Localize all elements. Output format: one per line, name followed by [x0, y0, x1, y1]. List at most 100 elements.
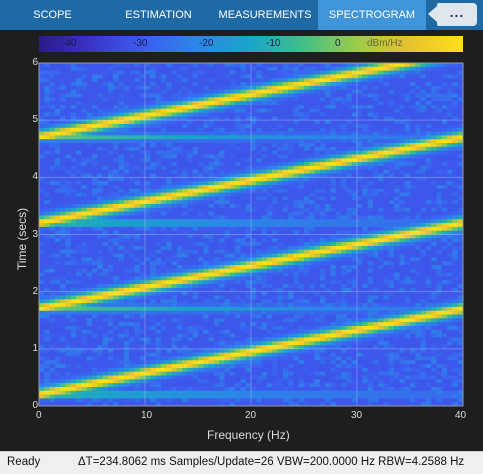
heatmap-cell [431, 280, 437, 285]
heatmap-cell [182, 219, 188, 224]
heatmap-cell [171, 280, 178, 285]
heatmap-cell [293, 169, 300, 174]
heatmap-cell [346, 150, 353, 155]
heatmap-cell [251, 104, 257, 110]
heatmap-cell [357, 226, 363, 232]
heatmap-cell [394, 104, 400, 110]
heatmap-cell [388, 131, 395, 136]
heatmap-cell [60, 204, 66, 209]
heatmap-cell [134, 219, 141, 224]
heatmap-cell [65, 215, 72, 220]
heatmap-cell [198, 196, 204, 201]
heatmap-cell [266, 139, 273, 144]
heatmap-cell [378, 215, 384, 220]
heatmap-cell [431, 245, 437, 251]
heatmap-cell [425, 93, 432, 98]
heatmap-cell [150, 104, 156, 110]
heatmap-cell [314, 89, 321, 94]
heatmap-cell [150, 192, 156, 197]
heatmap-cell [420, 127, 427, 132]
heatmap-cell [123, 223, 130, 228]
heatmap-cell [134, 150, 141, 155]
heatmap-cell [198, 261, 204, 266]
heatmap-cell [415, 131, 421, 136]
heatmap-cell [357, 280, 363, 285]
heatmap-cell [415, 97, 421, 102]
heatmap-cell [394, 226, 400, 232]
heatmap-cell [118, 143, 125, 148]
heatmap-cell [176, 249, 183, 254]
heatmap-cell [357, 253, 363, 258]
heatmap-cell [60, 150, 66, 155]
heatmap-cell [39, 207, 45, 213]
heatmap-cell [309, 112, 315, 117]
heatmap-cell [341, 253, 347, 258]
heatmap-cell [304, 276, 310, 281]
heatmap-cell [198, 123, 204, 129]
heatmap-cell [309, 234, 315, 239]
heatmap-cell [436, 131, 443, 136]
heatmap-cell [155, 295, 162, 300]
heatmap-cell [49, 264, 56, 270]
heatmap-cell [314, 219, 321, 224]
heatmap-cell [431, 264, 437, 270]
heatmap-cell [198, 165, 204, 171]
heatmap-cell [415, 200, 421, 205]
heatmap-cell [383, 200, 390, 205]
heatmap-cell [60, 127, 66, 132]
heatmap-cell [431, 66, 437, 72]
heatmap-cell [314, 291, 321, 296]
heatmap-cell [341, 165, 347, 171]
heatmap-cell [229, 120, 236, 125]
heatmap-cell [404, 188, 411, 193]
heatmap-cell [388, 223, 395, 228]
heatmap-cell [309, 223, 315, 228]
heatmap-cell [367, 261, 374, 266]
heatmap-cell [266, 154, 273, 159]
heatmap-cell [357, 177, 363, 182]
heatmap-cell [357, 85, 363, 91]
heatmap-cell [150, 63, 156, 68]
heatmap-cell [383, 181, 390, 186]
heatmap-cell [129, 74, 135, 79]
heatmap-cell [330, 70, 337, 75]
heatmap-cell [314, 104, 321, 110]
heatmap-cell [54, 280, 61, 285]
heatmap-cell [346, 66, 353, 72]
heatmap-cell [272, 192, 278, 197]
heatmap-cell [394, 123, 400, 129]
heatmap-cell [346, 291, 353, 296]
heatmap-cell [92, 219, 98, 224]
heatmap-cell [282, 245, 289, 251]
heatmap-cell [102, 70, 109, 75]
heatmap-cell [399, 165, 406, 171]
heatmap-cell [410, 127, 416, 132]
heatmap-cell [208, 131, 215, 136]
heatmap-cell [176, 162, 183, 167]
heatmap-cell [256, 89, 262, 94]
heatmap-cell [304, 143, 310, 148]
heatmap-cell [97, 200, 103, 205]
heatmap-cell [266, 150, 273, 155]
heatmap-cell [436, 74, 443, 79]
heatmap-cell [192, 215, 199, 220]
heatmap-cell [415, 215, 421, 220]
heatmap-cell [388, 93, 395, 98]
heatmap-cell [441, 257, 448, 262]
heatmap-cell [415, 150, 421, 155]
heatmap-cell [266, 169, 273, 174]
heatmap-cell [447, 234, 453, 239]
heatmap-cell [452, 204, 459, 209]
heatmap-cell [97, 242, 103, 247]
heatmap-cell [60, 162, 66, 167]
heatmap-cell [129, 272, 135, 277]
heatmap-cell [314, 196, 321, 201]
heatmap-cell [81, 272, 88, 277]
heatmap-cell [431, 196, 437, 201]
heatmap-cell [304, 123, 310, 129]
heatmap-cell [60, 291, 66, 296]
heatmap-cell [49, 207, 56, 213]
heatmap-cell [123, 192, 130, 197]
heatmap-cell [92, 89, 98, 94]
heatmap-cell [155, 223, 162, 228]
